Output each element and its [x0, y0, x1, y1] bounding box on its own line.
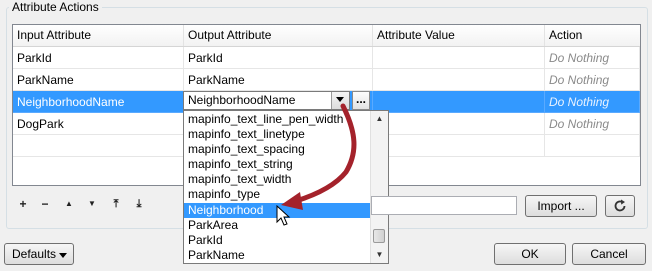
- mouse-cursor-icon: [276, 205, 291, 226]
- annotation-arrow-icon: [281, 103, 357, 210]
